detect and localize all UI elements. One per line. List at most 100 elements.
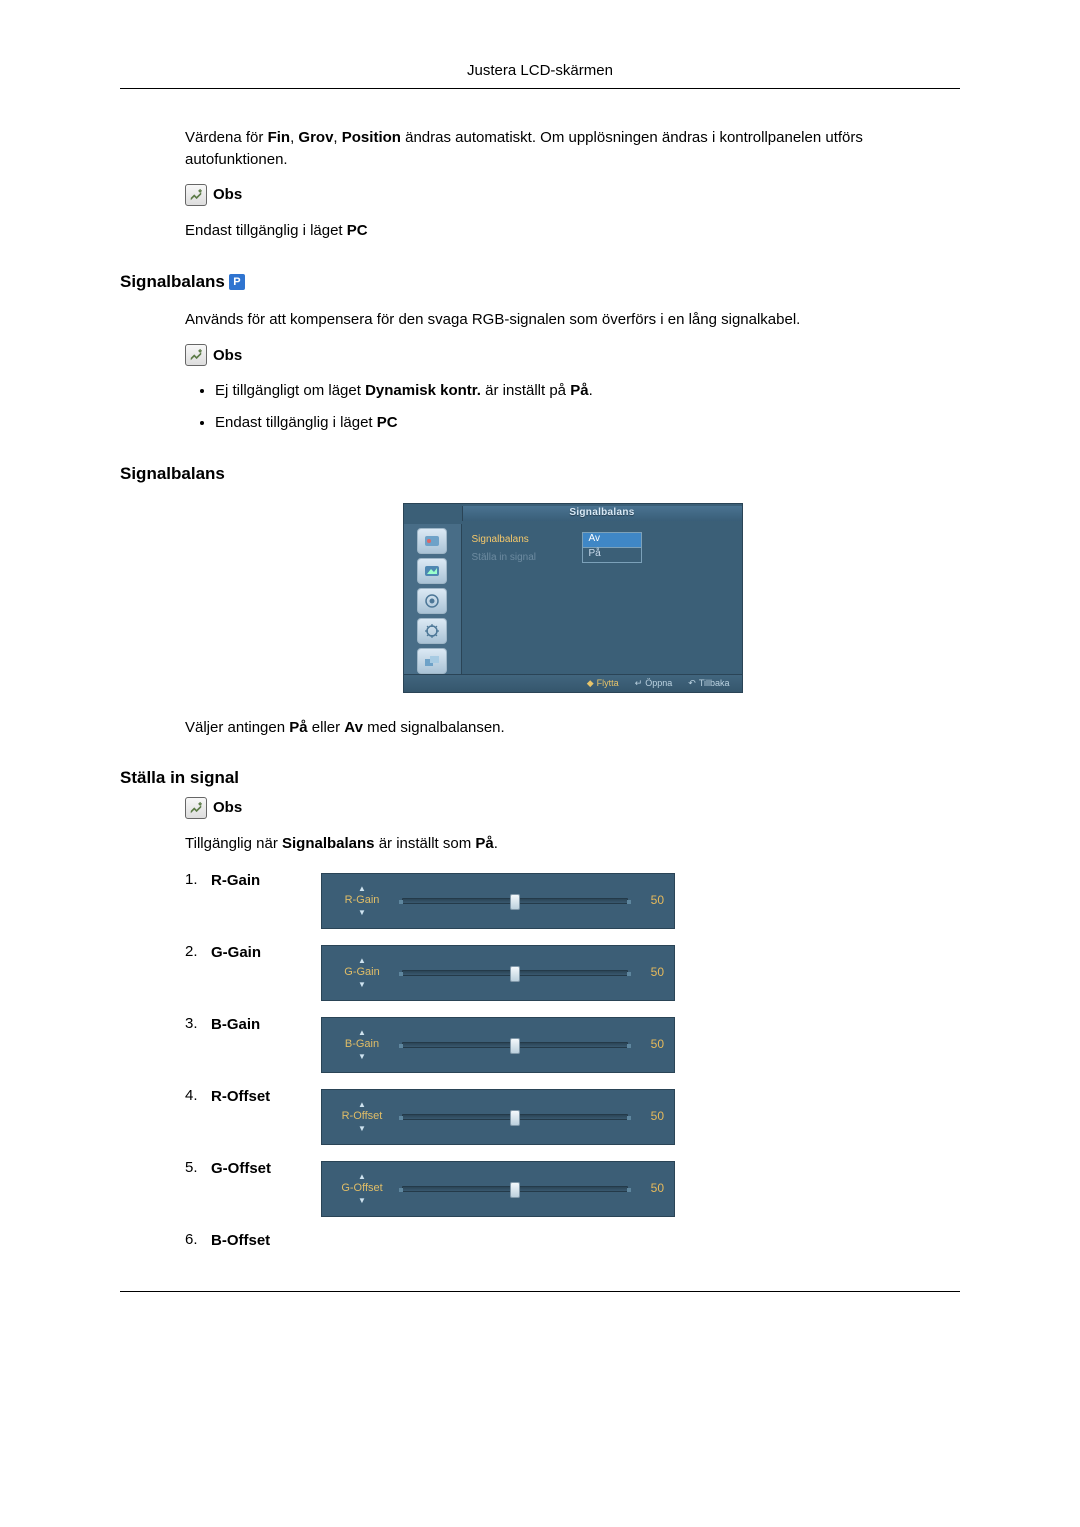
slider-label: G-Offset: [341, 1181, 382, 1197]
osd-option-on[interactable]: På: [582, 547, 642, 563]
list-item-number: 3.: [185, 1013, 211, 1035]
slider-value: 50: [638, 892, 664, 909]
slider-value: 50: [638, 1180, 664, 1197]
slider-track[interactable]: [402, 1186, 628, 1192]
page-title: Justera LCD-skärmen: [467, 62, 613, 79]
osd-slider-panel: ▲G-Offset▼ 50: [321, 1161, 675, 1217]
signal-parameter-list: 1.R-Gain▲R-Gain▼502.G-Gain▲G-Gain▼503.B-…: [185, 869, 960, 1252]
slider-thumb[interactable]: [510, 1110, 520, 1126]
signalbalans-desc: Används för att kompensera för den svaga…: [185, 309, 960, 331]
list-item-label: B-Offset: [211, 1229, 321, 1252]
list-item-label: R-Gain: [211, 869, 321, 892]
signalbalans-choose-desc: Väljer antingen På eller Av med signalba…: [185, 717, 960, 739]
slider-label-stack: ▲G-Offset▼: [332, 1173, 392, 1205]
list-item-label: G-Gain: [211, 941, 321, 964]
sidebar-icon-picture[interactable]: [417, 558, 447, 584]
sidebar-icon-input[interactable]: [417, 528, 447, 554]
slider-label-stack: ▲B-Gain▼: [332, 1029, 392, 1061]
diamond-icon: ◆: [587, 677, 594, 690]
arrow-down-icon[interactable]: ▼: [358, 1197, 366, 1205]
list-item-label: B-Gain: [211, 1013, 321, 1036]
section-title-signalbalans-p: Signalbalans P: [120, 270, 960, 295]
stalla-in-signal-desc: Tillgänglig när Signalbalans är inställt…: [185, 833, 960, 855]
pc-mode-badge: P: [229, 274, 245, 290]
note-icon: [185, 797, 207, 819]
list-item-label: R-Offset: [211, 1085, 321, 1108]
list-item: Endast tillgänglig i läget PC: [215, 412, 960, 434]
list-item: 6.B-Offset: [185, 1229, 960, 1252]
slider-thumb[interactable]: [510, 894, 520, 910]
list-item-number: 6.: [185, 1229, 211, 1251]
note-line: Obs: [185, 344, 960, 366]
osd-dropdown[interactable]: Av På: [582, 532, 642, 562]
slider-track[interactable]: [402, 1042, 628, 1048]
arrow-down-icon[interactable]: ▼: [358, 981, 366, 989]
arrow-up-icon[interactable]: ▲: [358, 1101, 366, 1109]
osd-footer-back: ↶ Tillbaka: [688, 677, 729, 690]
note-line: Obs: [185, 184, 960, 206]
osd-footer-move: ◆ Flytta: [587, 677, 619, 690]
slider-label: R-Gain: [345, 893, 380, 909]
list-item-number: 1.: [185, 869, 211, 891]
slider-value: 50: [638, 964, 664, 981]
osd-slider-panel: ▲R-Gain▼ 50: [321, 873, 675, 929]
sidebar-icon-multi[interactable]: [417, 648, 447, 674]
list-item: Ej tillgängligt om läget Dynamisk kontr.…: [215, 380, 960, 402]
list-item: 3.B-Gain▲B-Gain▼50: [185, 1013, 960, 1073]
intro-paragraph: Värdena för Fin, Grov, Position ändras a…: [185, 127, 960, 171]
arrow-up-icon[interactable]: ▲: [358, 1029, 366, 1037]
slider-thumb[interactable]: [510, 966, 520, 982]
osd-slider-panel: ▲B-Gain▼ 50: [321, 1017, 675, 1073]
slider-thumb[interactable]: [510, 1038, 520, 1054]
enter-icon: ↵: [635, 677, 643, 690]
arrow-down-icon[interactable]: ▼: [358, 909, 366, 917]
list-item: 2.G-Gain▲G-Gain▼50: [185, 941, 960, 1001]
arrow-down-icon[interactable]: ▼: [358, 1053, 366, 1061]
slider-label: G-Gain: [344, 965, 379, 981]
slider-label-stack: ▲R-Gain▼: [332, 885, 392, 917]
section-title-signalbalans: Signalbalans: [120, 462, 960, 487]
note-label: Obs: [213, 184, 242, 206]
sidebar-icon-sound[interactable]: [417, 588, 447, 614]
osd-menu-signalbalans: Signalbalans Signalbalans Ställa in sign…: [403, 503, 743, 693]
slider-thumb[interactable]: [510, 1182, 520, 1198]
list-item: 4.R-Offset▲R-Offset▼50: [185, 1085, 960, 1145]
list-item-number: 4.: [185, 1085, 211, 1107]
list-item-number: 5.: [185, 1157, 211, 1179]
list-item: 5.G-Offset▲G-Offset▼50: [185, 1157, 960, 1217]
note-icon: [185, 344, 207, 366]
section-title-stalla-in-signal: Ställa in signal: [120, 766, 960, 791]
arrow-down-icon[interactable]: ▼: [358, 1125, 366, 1133]
sidebar-icon-setup[interactable]: [417, 618, 447, 644]
note-label: Obs: [213, 345, 242, 367]
osd-slider-panel: ▲R-Offset▼ 50: [321, 1089, 675, 1145]
slider-label-stack: ▲R-Offset▼: [332, 1101, 392, 1133]
list-item: 1.R-Gain▲R-Gain▼50: [185, 869, 960, 929]
note-label: Obs: [213, 797, 242, 819]
osd-footer-open: ↵ Öppna: [635, 677, 673, 690]
osd-slider-panel: ▲G-Gain▼ 50: [321, 945, 675, 1001]
slider-value: 50: [638, 1108, 664, 1125]
osd-footer: ◆ Flytta ↵ Öppna ↶ Tillbaka: [404, 674, 742, 692]
slider-label-stack: ▲G-Gain▼: [332, 957, 392, 989]
arrow-up-icon[interactable]: ▲: [358, 957, 366, 965]
arrow-up-icon[interactable]: ▲: [358, 1173, 366, 1181]
slider-label: B-Gain: [345, 1037, 379, 1053]
arrow-up-icon[interactable]: ▲: [358, 885, 366, 893]
slider-track[interactable]: [402, 970, 628, 976]
list-item-label: G-Offset: [211, 1157, 321, 1180]
slider-value: 50: [638, 1036, 664, 1053]
osd-header-title: Signalbalans: [462, 506, 742, 521]
note-line: Obs: [185, 797, 960, 819]
note-icon: [185, 184, 207, 206]
return-icon: ↶: [688, 677, 696, 690]
osd-sidebar: [404, 524, 462, 674]
signalbalans-notes-list: Ej tillgängligt om läget Dynamisk kontr.…: [185, 380, 960, 434]
page-header: Justera LCD-skärmen: [120, 60, 960, 89]
page-footer-rule: [120, 1291, 960, 1295]
slider-track[interactable]: [402, 898, 628, 904]
list-item-number: 2.: [185, 941, 211, 963]
osd-option-off[interactable]: Av: [582, 532, 642, 548]
slider-track[interactable]: [402, 1114, 628, 1120]
slider-label: R-Offset: [342, 1109, 383, 1125]
